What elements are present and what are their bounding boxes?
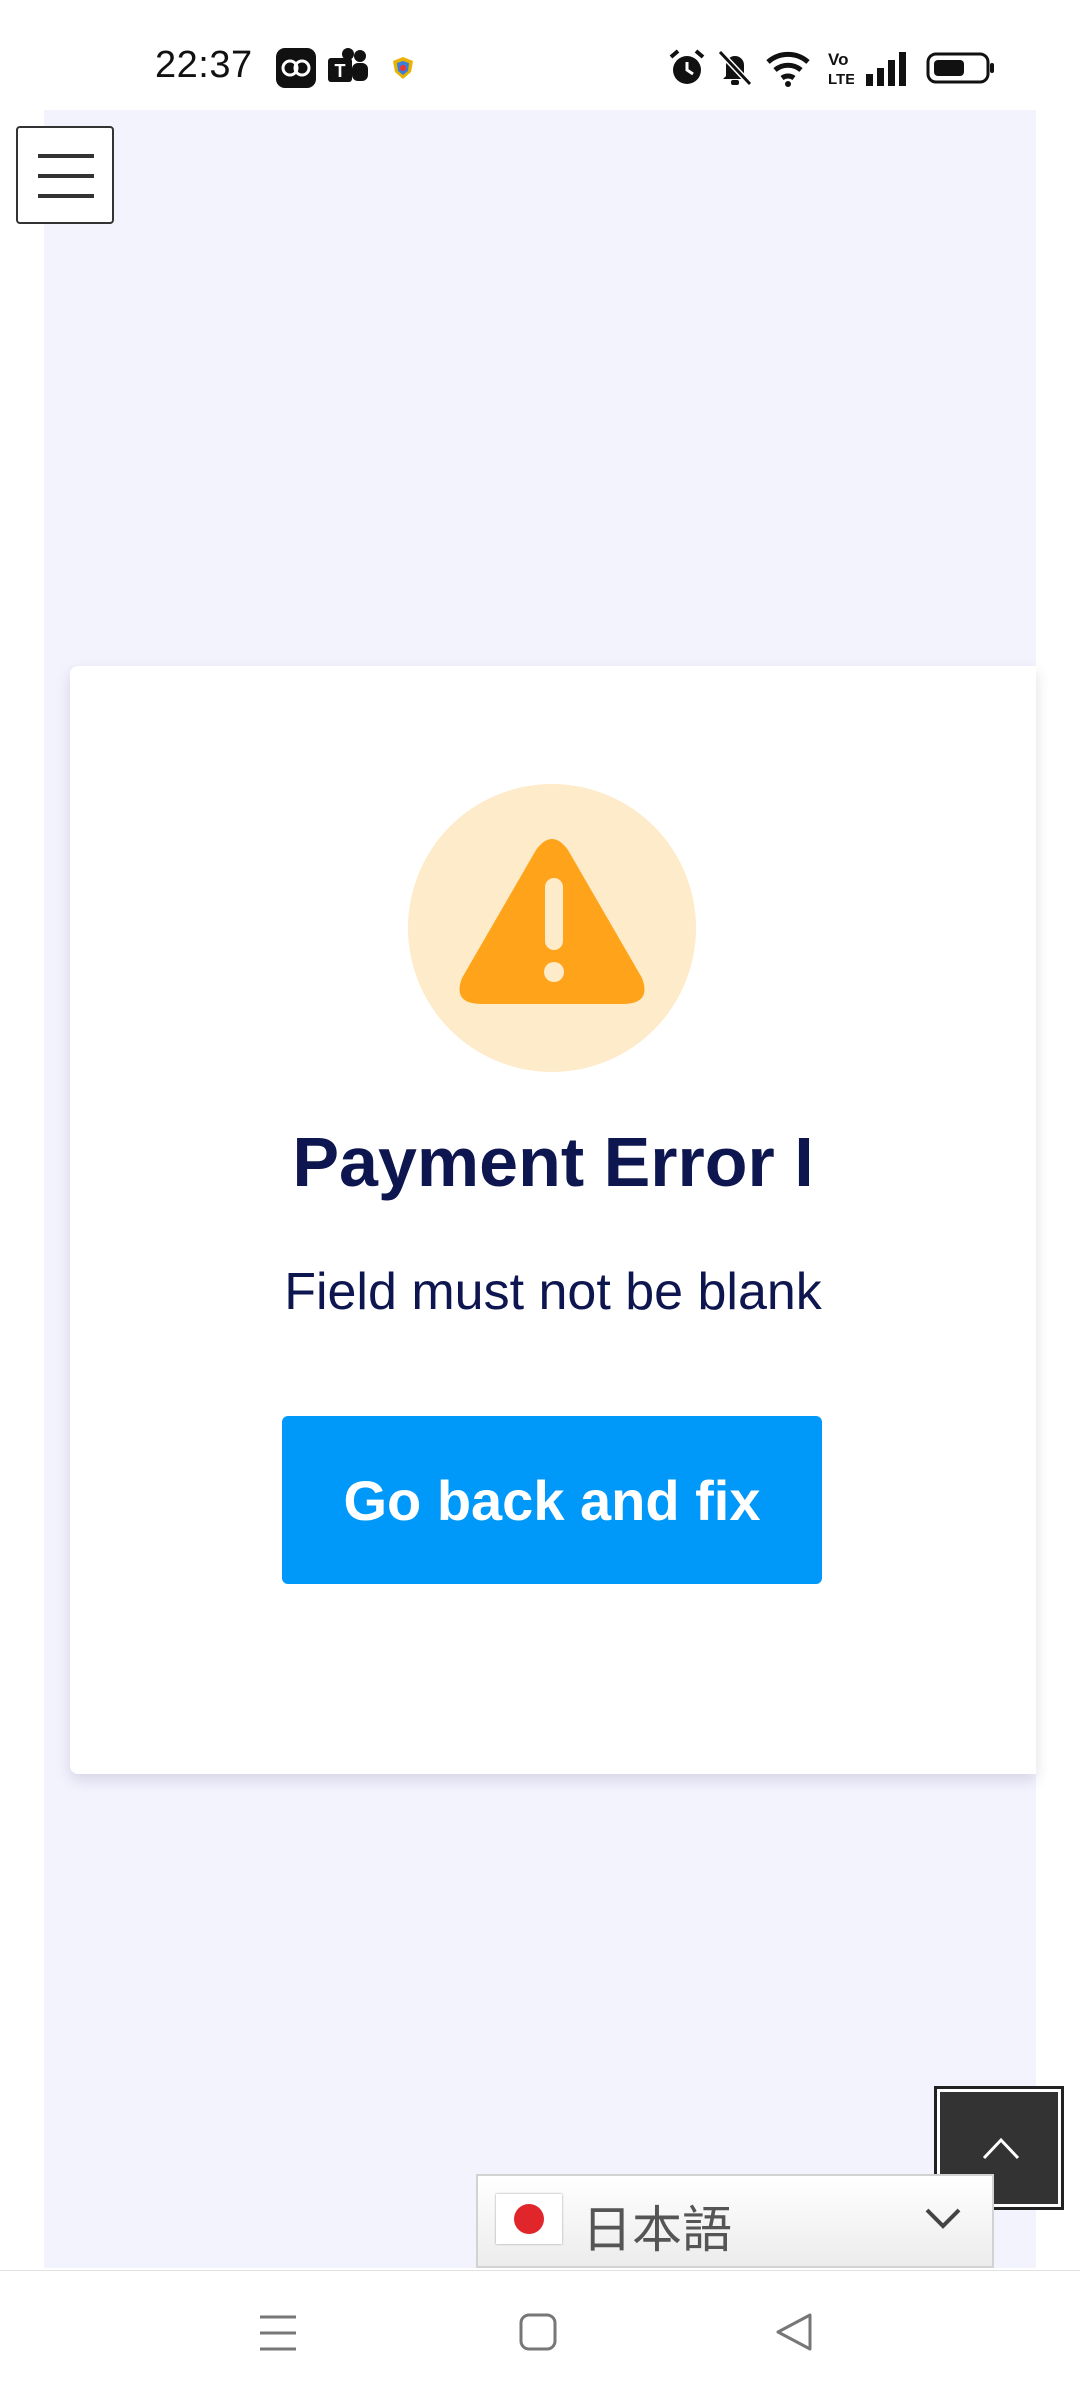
signal-icon <box>866 52 906 86</box>
svg-text:Vo: Vo <box>828 50 848 69</box>
menu-nav-icon[interactable] <box>258 2311 298 2355</box>
menu-line <box>38 174 94 178</box>
svg-text:LTE: LTE <box>828 71 854 88</box>
menu-line <box>38 154 94 158</box>
status-time: 22:37 <box>155 44 253 86</box>
error-message: Field must not be blank <box>284 1263 822 1321</box>
menu-line <box>38 194 94 198</box>
wifi-icon <box>766 51 810 87</box>
volte-icon: Vo LTE <box>828 50 854 88</box>
chevron-up-icon <box>982 2137 1020 2160</box>
teams-icon: T <box>328 48 368 82</box>
error-title: Payment Error I <box>292 1123 814 1201</box>
home-nav-icon[interactable] <box>518 2311 558 2355</box>
alarm-icon <box>669 49 705 84</box>
mute-icon <box>717 49 753 87</box>
status-bar: 22:37 T Vo LTE <box>0 0 1080 110</box>
japan-flag-icon <box>496 2194 562 2244</box>
hamburger-menu-button[interactable] <box>16 126 114 224</box>
system-navigation-bar <box>0 2270 1080 2401</box>
afterpay-icon <box>276 48 316 88</box>
warning-triangle-icon <box>459 839 645 1004</box>
language-selector[interactable]: 日本語 <box>476 2174 994 2268</box>
shield-app-icon <box>393 57 413 79</box>
chevron-down-icon <box>925 2208 961 2229</box>
go-back-and-fix-button[interactable]: Go back and fix <box>282 1416 822 1584</box>
battery-icon <box>926 52 994 84</box>
back-nav-icon[interactable] <box>774 2311 814 2355</box>
svg-text:T: T <box>335 61 346 81</box>
language-label: 日本語 <box>582 2201 732 2259</box>
